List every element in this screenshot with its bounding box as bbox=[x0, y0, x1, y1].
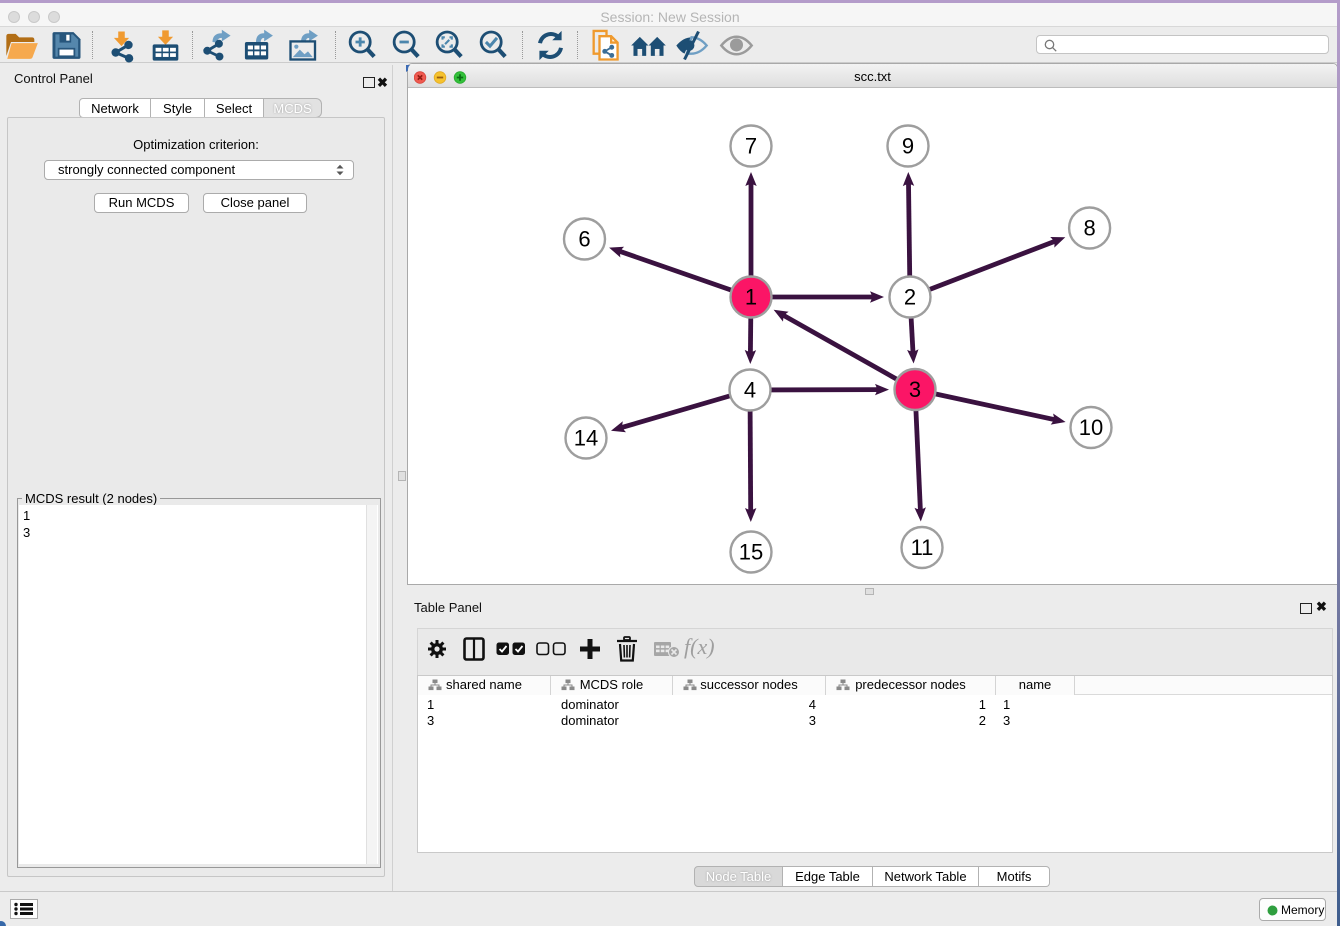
svg-text:9: 9 bbox=[902, 134, 914, 159]
svg-text:1: 1 bbox=[745, 285, 757, 310]
svg-text:3: 3 bbox=[909, 377, 921, 402]
svg-text:8: 8 bbox=[1083, 216, 1095, 241]
svg-text:11: 11 bbox=[911, 535, 934, 560]
svg-text:10: 10 bbox=[1079, 415, 1103, 440]
svg-text:14: 14 bbox=[574, 426, 598, 451]
svg-text:2: 2 bbox=[904, 285, 916, 310]
svg-text:4: 4 bbox=[744, 378, 756, 403]
svg-text:6: 6 bbox=[578, 227, 590, 252]
svg-text:15: 15 bbox=[739, 540, 763, 565]
svg-text:7: 7 bbox=[745, 134, 757, 159]
